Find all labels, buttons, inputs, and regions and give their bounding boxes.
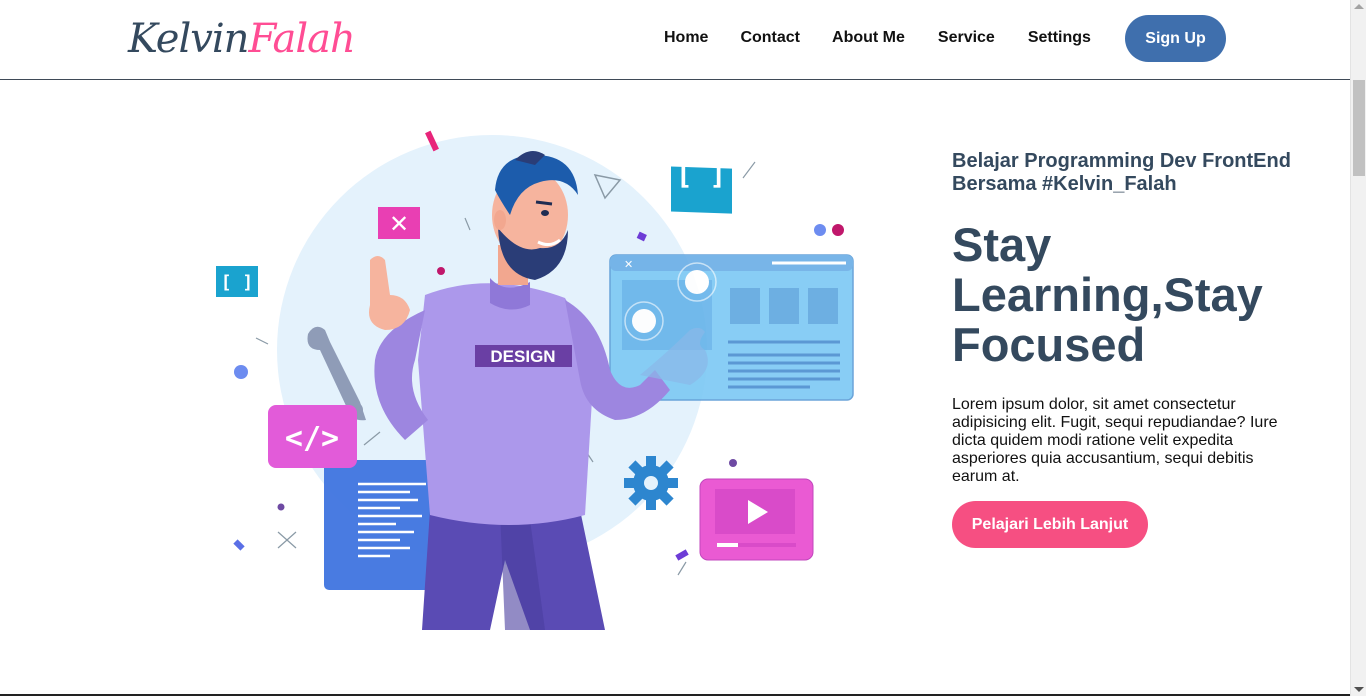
headline-line-2: Learning,Stay [952, 268, 1263, 321]
scroll-down-icon[interactable] [1354, 687, 1364, 692]
svg-text:</>: </> [285, 421, 339, 456]
main-nav: Home Contact About Me Service Settings [664, 28, 1091, 48]
hero-headline: Stay Learning,Stay Focused [952, 220, 1352, 370]
sign-up-button[interactable]: Sign Up [1125, 15, 1226, 62]
svg-text:[ ]: [ ] [676, 158, 727, 191]
svg-text:✕: ✕ [624, 258, 633, 271]
scroll-up-icon[interactable] [1354, 4, 1364, 9]
hero-illustration: [ ] [ ] ✕ DESIGN ✕ </> [200, 120, 870, 635]
svg-text:[ ]: [ ] [221, 272, 254, 293]
developer-illustration: [ ] [ ] ✕ DESIGN ✕ </> [216, 130, 854, 630]
nav-link-service[interactable]: Service [938, 28, 995, 48]
headline-line-1: Stay [952, 218, 1052, 271]
nav-link-home[interactable]: Home [664, 28, 708, 48]
logo-first-name: Kelvin [128, 16, 249, 62]
learn-more-button[interactable]: Pelajari Lebih Lanjut [952, 501, 1148, 548]
nav-link-about-me[interactable]: About Me [832, 28, 905, 48]
site-logo[interactable]: KelvinFalah [128, 14, 356, 64]
bracket-icon: [ ] [671, 158, 732, 214]
nav-link-contact[interactable]: Contact [740, 28, 800, 48]
code-icon: </> [268, 405, 357, 468]
logo-last-name: Falah [248, 16, 355, 62]
gear-icon [624, 456, 678, 510]
shirt-text: DESIGN [490, 347, 555, 366]
hero-description: Lorem ipsum dolor, sit amet consectetur … [952, 396, 1278, 485]
browser-window-graphic: ✕ [609, 254, 854, 401]
close-icon: ✕ [378, 207, 420, 239]
dot [234, 365, 248, 379]
nav-link-settings[interactable]: Settings [1028, 28, 1091, 48]
svg-text:✕: ✕ [389, 210, 409, 238]
hero-subtitle: Belajar Programming Dev FrontEnd Bersama… [952, 150, 1291, 195]
scrollbar-thumb[interactable] [1353, 80, 1365, 176]
page-scrollbar[interactable] [1350, 0, 1366, 696]
bracket-small-icon: [ ] [216, 266, 258, 297]
headline-line-3: Focused [952, 318, 1146, 371]
play-icon [699, 478, 814, 561]
navbar: KelvinFalah Home Contact About Me Servic… [0, 0, 1350, 80]
